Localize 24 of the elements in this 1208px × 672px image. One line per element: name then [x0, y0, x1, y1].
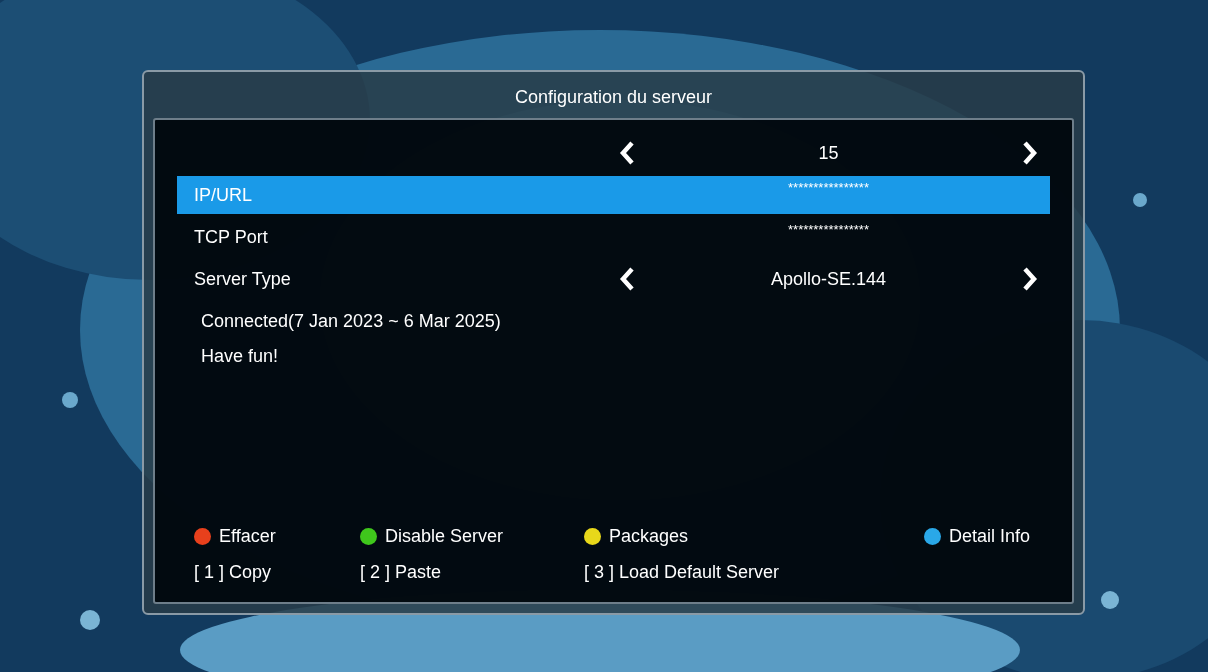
setting-value: ****************	[788, 180, 869, 195]
menu-row[interactable]: Server Type Apollo-SE.144	[177, 260, 1050, 298]
left-chevron-icon[interactable]	[619, 141, 635, 165]
setting-label: TCP Port	[194, 226, 268, 247]
key-hint: [ 1 ] Copy	[194, 561, 272, 583]
key-hint: Disable Server	[385, 525, 504, 547]
setting-label: Server Type	[194, 268, 291, 289]
status-text: Have fun!	[201, 345, 280, 368]
setting-value: 15	[818, 142, 839, 163]
dialog-title: Configuration du serveur	[514, 86, 713, 109]
key-hint: [ 3 ] Load Default Server	[584, 561, 780, 583]
setting-label: IP/URL	[194, 184, 253, 205]
status-text: Connected(7 Jan 2023 ~ 6 Mar 2025)	[201, 310, 502, 333]
setting-value: ****************	[788, 222, 869, 237]
menu-row[interactable]: 15	[177, 134, 1050, 172]
right-chevron-icon[interactable]	[1022, 267, 1038, 291]
menu-row[interactable]: TCP Port ****************	[177, 218, 1050, 256]
left-chevron-icon[interactable]	[619, 267, 635, 291]
right-chevron-icon[interactable]	[1022, 141, 1038, 165]
key-hint: Packages	[609, 525, 689, 547]
key-hint: Effacer	[219, 525, 276, 547]
key-hint: [ 2 ] Paste	[360, 561, 442, 583]
key-hint: Detail Info	[948, 525, 1030, 547]
setting-value: Apollo-SE.144	[770, 268, 887, 289]
